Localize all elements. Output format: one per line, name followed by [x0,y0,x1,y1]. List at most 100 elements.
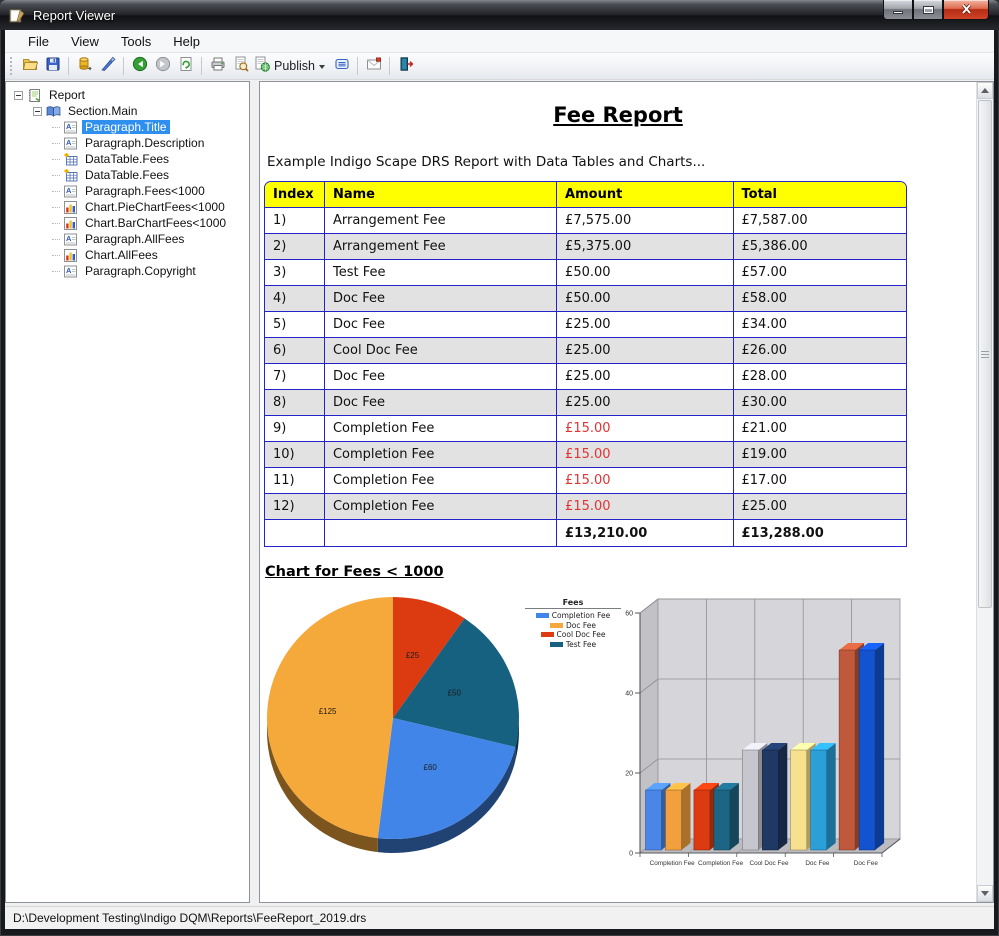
cell-total: £25.00 [734,494,907,520]
table-header-row: IndexNameAmountTotal [265,182,906,208]
menu-file[interactable]: File [17,32,60,51]
bar-completion-fee-1 [666,790,682,850]
legend-entry-completion-fee: Completion Fee [525,611,621,621]
tree-item-paragraph-allfees[interactable]: AParagraph.AllFees [8,231,247,247]
bar-chart: 0204060Completion FeeCompletion FeeCool … [615,586,960,886]
collapse-toggle[interactable] [14,91,23,100]
refresh-button[interactable] [174,55,197,78]
table-row: 10)Completion Fee£15.00£19.00 [265,442,906,468]
tree-item-datatable-fees[interactable]: DataTable.Fees [8,167,247,183]
menu-help[interactable]: Help [162,32,211,51]
svg-text:A: A [66,266,72,275]
tree-item-datatable-fees[interactable]: DataTable.Fees [8,151,247,167]
cell-name: Doc Fee [325,286,557,312]
scroll-down-button[interactable] [977,885,993,902]
tree-item-label: Report [46,88,88,102]
x-axis-label-cool-doc-fee-2: Cool Doc Fee [749,860,789,867]
tree-item-paragraph-copyright[interactable]: AParagraph.Copyright [8,263,247,279]
scroll-up-icon [981,88,989,93]
design-brush-icon [100,56,116,77]
caption-buttons [883,0,989,20]
tree-item-report[interactable]: Report [8,87,247,103]
legend-swatch [550,642,563,647]
cell-name: Arrangement Fee [325,234,557,260]
main-area: ReportSection.MainAParagraph.TitleAParag… [5,80,994,906]
tree-item-label: Chart.BarChartFees<1000 [82,216,229,230]
vertical-scrollbar[interactable] [976,82,993,902]
legend-label: Cool Doc Fee [557,630,606,640]
tree-item-chart-piechartfees-1000[interactable]: Chart.PieChartFees<1000 [8,199,247,215]
toolbar-separator [123,57,124,75]
pie-value-label-completion-fee: £60 [424,763,438,772]
cell-name: Completion Fee [325,494,557,520]
maximize-button[interactable] [913,0,943,20]
column-header-total: Total [734,182,907,208]
paragraph-icon: A [63,136,78,151]
tree-item-label: Paragraph.Title [82,120,170,134]
cell-index: 4) [265,286,325,312]
fax-print-button[interactable] [330,55,353,78]
fax-icon [334,56,350,77]
back-button[interactable] [128,55,151,78]
open-button[interactable] [18,55,41,78]
cell-total: £30.00 [734,390,907,416]
cell-name: Completion Fee [325,416,557,442]
email-button[interactable] [362,55,385,78]
cell-amount: £7,575.00 [557,208,733,234]
collapse-toggle[interactable] [33,107,42,116]
column-header-amount: Amount [557,182,733,208]
svg-text:A: A [66,186,72,195]
cell-total: £57.00 [734,260,907,286]
menu-view[interactable]: View [60,32,110,51]
pie-slice-doc-fee [267,597,393,838]
scroll-up-button[interactable] [977,82,993,99]
cell-total: £58.00 [734,286,907,312]
cell-index: 11) [265,468,325,494]
design-button[interactable] [96,55,119,78]
minimize-button[interactable] [883,0,913,20]
tree-connector [52,207,60,208]
tree-item-paragraph-fees-1000[interactable]: AParagraph.Fees<1000 [8,183,247,199]
pie-value-label-test-fee: £50 [448,689,462,698]
bar-cool-doc-fee-5 [762,750,778,850]
table-row: 6)Cool Doc Fee£25.00£26.00 [265,338,906,364]
data-key-button[interactable] [73,55,96,78]
scroll-thumb[interactable] [978,100,992,608]
publish-icon [254,56,270,77]
pie-legend: Fees Completion FeeDoc FeeCool Doc FeeTe… [525,598,621,649]
tree-item-label: Chart.PieChartFees<1000 [82,200,228,214]
data-key-icon [77,56,93,77]
status-bar: D:\Development Testing\Indigo DQM\Report… [5,906,994,929]
cell-index: 12) [265,494,325,520]
forward-button[interactable] [151,55,174,78]
tree-item-paragraph-description[interactable]: A Paragraph.Description [8,135,247,151]
print-button[interactable] [206,55,229,78]
cell-index: 5) [265,312,325,338]
close-button[interactable] [943,0,989,20]
save-button[interactable] [41,55,64,78]
legend-swatch [536,613,549,618]
chart-icon [63,200,78,215]
exit-button[interactable] [394,55,417,78]
total-total: £13,288.00 [734,520,907,546]
tree-item-chart-barchartfees-1000[interactable]: Chart.BarChartFees<1000 [8,215,247,231]
menu-tools[interactable]: Tools [110,32,162,51]
cell-amount: £25.00 [557,312,733,338]
cell-name: Doc Fee [325,390,557,416]
y-axis-tick-label: 20 [625,771,633,778]
toolbar-separator [389,57,390,75]
tree-item-label: Paragraph.Description [82,136,207,150]
publish-button[interactable]: Publish [252,55,330,78]
tree-connector [52,127,60,128]
legend-swatch [550,623,563,628]
tree-connector [52,191,60,192]
toolbar-separator [68,57,69,75]
tree-item-paragraph-title[interactable]: AParagraph.Title [8,119,247,135]
column-header-name: Name [325,182,557,208]
bar-doc-fee-7 [811,750,827,850]
tree-item-section-main[interactable]: Section.Main [8,103,247,119]
cell-index: 10) [265,442,325,468]
tree-item-chart-allfees[interactable]: Chart.AllFees [8,247,247,263]
print-preview-button[interactable] [229,55,252,78]
title-bar[interactable]: Report Viewer [0,0,999,30]
